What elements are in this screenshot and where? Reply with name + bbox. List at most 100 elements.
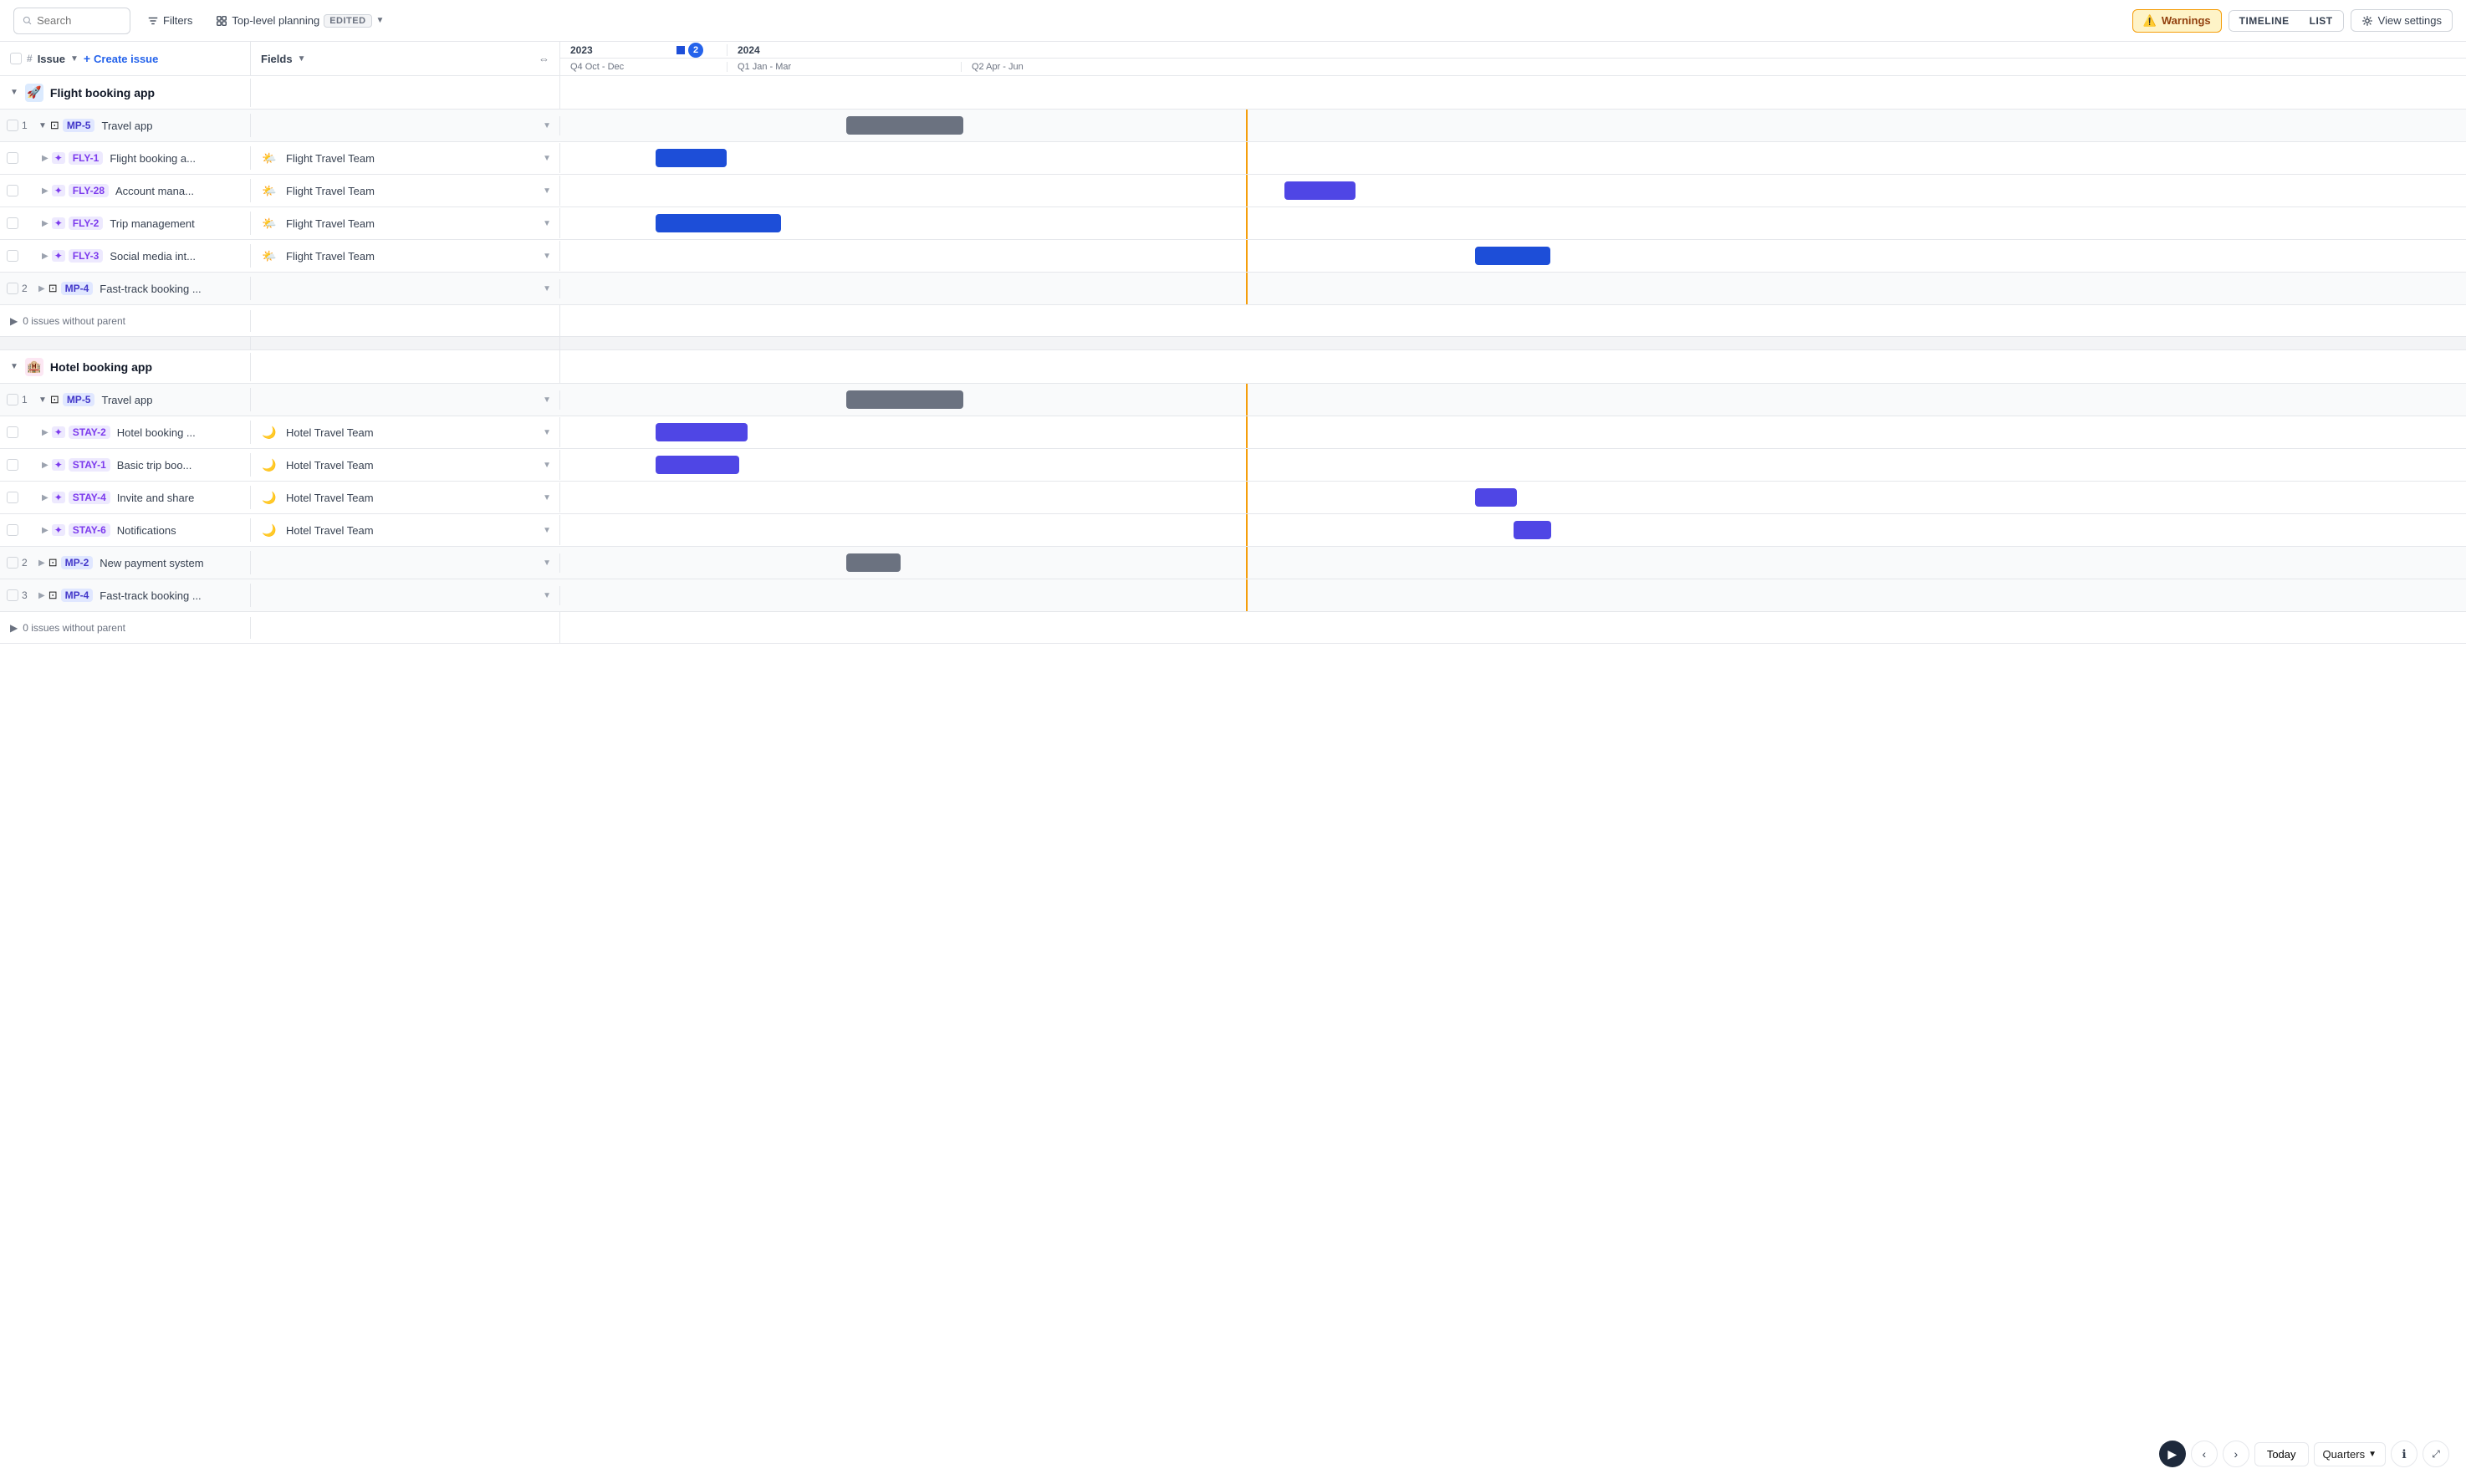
gantt-bar[interactable] <box>846 553 901 572</box>
gantt-bar[interactable] <box>1475 247 1550 265</box>
gantt-bar[interactable] <box>656 149 727 167</box>
gantt-bar[interactable] <box>656 423 748 441</box>
filters-button[interactable]: Filters <box>140 11 199 30</box>
today-button[interactable]: Today <box>2254 1442 2309 1466</box>
field-dropdown[interactable]: ▼ <box>543 154 551 163</box>
expand-icon[interactable]: ▶ <box>42 461 49 470</box>
row-collapse-icon[interactable]: ▼ <box>38 395 47 405</box>
row-checkbox[interactable] <box>7 283 18 294</box>
expand-button[interactable]: ⤢ <box>2423 1441 2449 1467</box>
field-dropdown[interactable]: ▼ <box>543 591 551 600</box>
table-row: 1 ▼ ⊡ MP-5 Travel app ▼ <box>0 110 2466 142</box>
expand-icon[interactable]: ▶ <box>42 526 49 535</box>
issue-badge[interactable]: STAY-1 <box>69 458 110 472</box>
cell-timeline-mp2 <box>560 547 2466 579</box>
group-timeline-flight <box>560 76 2466 109</box>
field-dropdown[interactable]: ▼ <box>543 252 551 261</box>
group-collapse-flight[interactable]: ▼ <box>10 88 18 97</box>
issue-badge[interactable]: FLY-3 <box>69 249 104 263</box>
next-button[interactable]: › <box>2223 1441 2249 1467</box>
table-row: 2 ▶ ⊡ MP-2 New payment system ▼ <box>0 547 2466 579</box>
field-dropdown[interactable]: ▼ <box>543 395 551 405</box>
expand-icon[interactable]: ▶ <box>38 558 45 568</box>
field-dropdown[interactable]: ▼ <box>543 558 551 568</box>
field-dropdown[interactable]: ▼ <box>543 461 551 470</box>
field-dropdown[interactable]: ▼ <box>543 121 551 130</box>
field-dropdown[interactable]: ▼ <box>543 186 551 196</box>
expand-icon[interactable]: ▶ <box>38 591 45 600</box>
field-dropdown[interactable]: ▼ <box>543 284 551 293</box>
row-checkbox[interactable] <box>7 589 18 601</box>
issue-badge[interactable]: MP-5 <box>63 119 95 132</box>
gantt-bar[interactable] <box>1475 488 1517 507</box>
group-collapse-hotel[interactable]: ▼ <box>10 362 18 371</box>
search-input[interactable] <box>37 14 121 27</box>
cell-fields-fly2: 🌤️ Flight Travel Team ▼ <box>251 208 560 238</box>
prev-button[interactable]: ‹ <box>2191 1441 2218 1467</box>
row-checkbox[interactable] <box>7 152 18 164</box>
warning-icon: ⚠️ <box>2143 14 2157 28</box>
gantt-bar[interactable] <box>846 390 963 409</box>
issue-label: Travel app <box>101 120 152 132</box>
issue-badge[interactable]: FLY-28 <box>69 184 109 197</box>
expand-icon[interactable]: ▶ <box>42 493 49 502</box>
issue-badge[interactable]: FLY-1 <box>69 151 104 165</box>
field-dropdown[interactable]: ▼ <box>543 428 551 437</box>
view-settings-button[interactable]: View settings <box>2351 9 2453 32</box>
row-checkbox[interactable] <box>7 557 18 569</box>
issue-badge[interactable]: MP-4 <box>61 589 94 602</box>
issue-badge[interactable]: MP-5 <box>63 393 95 406</box>
expand-icon[interactable]: ▶ <box>42 154 49 163</box>
header-checkbox[interactable] <box>10 53 22 64</box>
row-checkbox[interactable] <box>7 459 18 471</box>
field-dropdown[interactable]: ▼ <box>543 219 551 228</box>
issue-label: New payment system <box>100 557 203 569</box>
issue-badge[interactable]: MP-2 <box>61 556 94 569</box>
row-collapse-icon[interactable]: ▼ <box>38 121 47 130</box>
gantt-bar[interactable] <box>656 456 739 474</box>
create-issue-button[interactable]: + Create issue <box>84 52 159 65</box>
issue-badge[interactable]: STAY-6 <box>69 523 110 537</box>
today-line <box>1246 110 1248 141</box>
list-button[interactable]: LIST <box>2300 11 2343 31</box>
timeline-button[interactable]: TIMELINE <box>2229 11 2300 31</box>
row-checkbox[interactable] <box>7 524 18 536</box>
field-dropdown[interactable]: ▼ <box>543 493 551 502</box>
row-checkbox[interactable] <box>7 185 18 196</box>
gantt-bar[interactable] <box>846 116 963 135</box>
issue-label: Hotel booking ... <box>117 426 196 439</box>
row-checkbox[interactable] <box>7 217 18 229</box>
planning-button[interactable]: Top-level planning EDITED ▼ <box>209 11 391 31</box>
expand-icon[interactable]: ▶ <box>42 428 49 437</box>
cell-timeline-hotel-mp4 <box>560 579 2466 611</box>
info-button[interactable]: ℹ <box>2391 1441 2417 1467</box>
gantt-bar[interactable] <box>656 214 781 232</box>
search-box[interactable] <box>13 8 130 34</box>
gantt-bar[interactable] <box>1514 521 1551 539</box>
row-checkbox[interactable] <box>7 250 18 262</box>
gantt-bar[interactable] <box>1284 181 1356 200</box>
group-row-flight: ▼ 🚀 Flight booking app <box>0 76 2466 110</box>
expand-icon[interactable]: ▶ <box>38 284 45 293</box>
main-content: # Issue ▼ + Create issue Fields ▼ ⇔ 2023 <box>0 42 2466 1484</box>
row-checkbox[interactable] <box>7 426 18 438</box>
row-checkbox[interactable] <box>7 120 18 131</box>
quarters-select[interactable]: Quarters ▼ <box>2314 1442 2386 1466</box>
team-name: Hotel Travel Team <box>286 426 374 439</box>
issue-badge[interactable]: STAY-2 <box>69 426 110 439</box>
row-checkbox[interactable] <box>7 394 18 405</box>
chevron-right-icon[interactable]: ▶ <box>10 622 18 634</box>
expand-icon[interactable]: ▶ <box>42 186 49 196</box>
field-dropdown[interactable]: ▼ <box>543 526 551 535</box>
play-button[interactable]: ▶ <box>2159 1441 2186 1467</box>
issue-badge[interactable]: STAY-4 <box>69 491 110 504</box>
expand-icon[interactable]: ▶ <box>42 219 49 228</box>
warnings-button[interactable]: ⚠️ Warnings <box>2132 9 2222 33</box>
issue-badge[interactable]: MP-4 <box>61 282 94 295</box>
cell-issue-mp4: 2 ▶ ⊡ MP-4 Fast-track booking ... <box>0 277 251 300</box>
issue-badge[interactable]: FLY-2 <box>69 217 104 230</box>
row-checkbox[interactable] <box>7 492 18 503</box>
expand-icon[interactable]: ▶ <box>42 252 49 261</box>
chevron-right-icon[interactable]: ▶ <box>10 315 18 327</box>
collapse-fields-icon[interactable]: ⇔ <box>539 53 549 65</box>
